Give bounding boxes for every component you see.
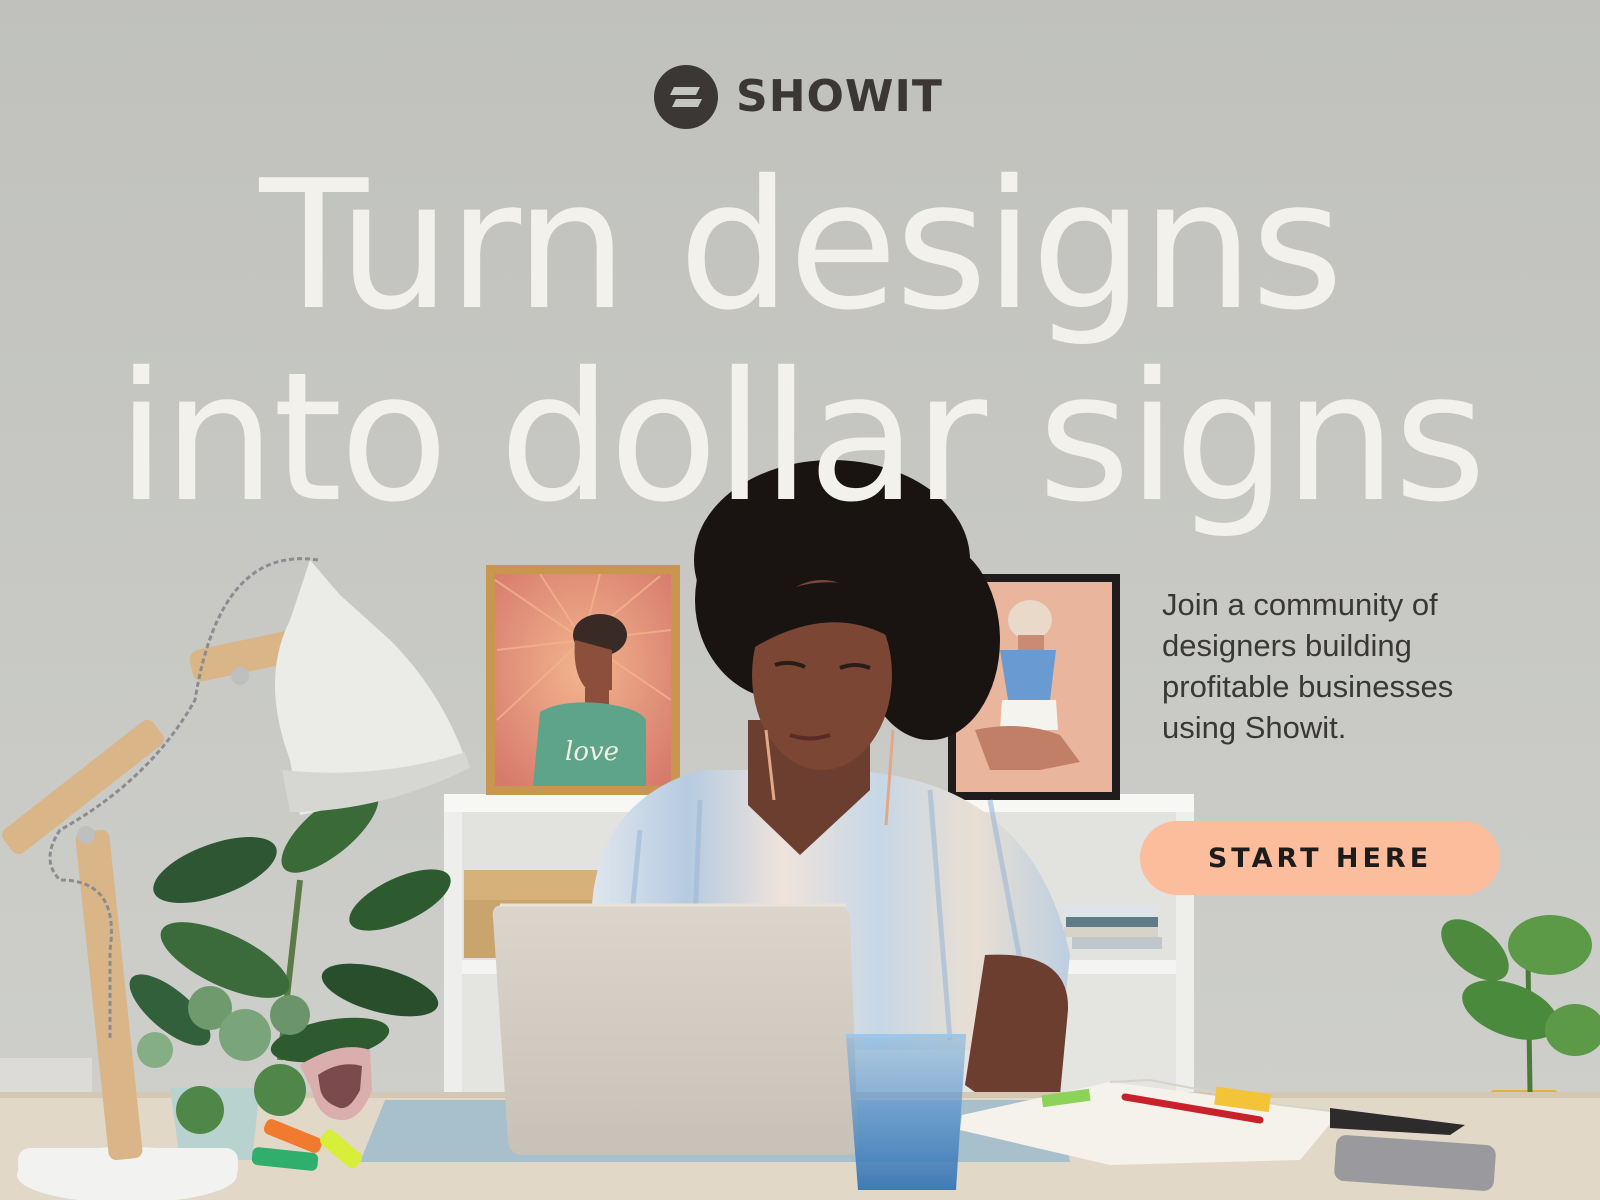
brand-name: SHOWIT [736,71,943,122]
hero-subtext: Join a community of designers building p… [1162,587,1454,745]
poster-left: love [486,565,680,795]
water-glass [846,1034,966,1190]
start-here-button[interactable]: START HERE [1140,821,1500,895]
headline-line-2: into dollar signs [116,334,1487,541]
poster-love-text: love [565,737,619,767]
laptop [492,903,859,1155]
hero-headline: Turn designs into dollar signs [0,150,1600,534]
brand-logo[interactable]: SHOWIT [654,64,943,130]
showit-logo-icon [654,65,718,129]
headline-line-1: Turn designs [259,142,1343,349]
